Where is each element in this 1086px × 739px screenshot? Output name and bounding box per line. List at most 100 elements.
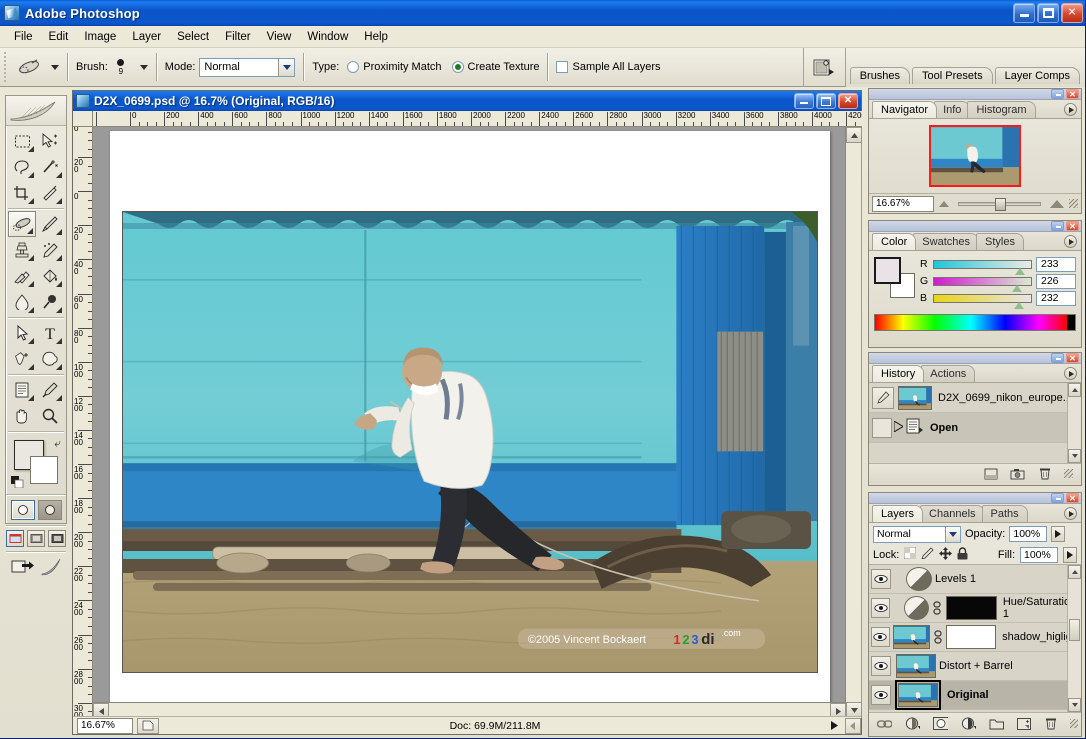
layers-minimize-button[interactable] bbox=[1051, 493, 1064, 503]
menu-help[interactable]: Help bbox=[356, 28, 396, 46]
scroll-up-button[interactable] bbox=[846, 127, 862, 143]
standard-mask-mode-button[interactable] bbox=[11, 500, 35, 520]
layers-scrollbar[interactable] bbox=[1067, 565, 1081, 712]
menu-select[interactable]: Select bbox=[169, 28, 217, 46]
menu-file[interactable]: File bbox=[6, 28, 41, 46]
layers-resize-grip[interactable] bbox=[1070, 719, 1078, 728]
slice-tool[interactable] bbox=[36, 180, 64, 206]
table-row[interactable]: Levels 1 bbox=[869, 565, 1081, 594]
menu-edit[interactable]: Edit bbox=[41, 28, 77, 46]
zoom-tool[interactable] bbox=[36, 403, 64, 429]
jump-to-icon[interactable] bbox=[11, 558, 35, 576]
dodge-tool[interactable] bbox=[36, 289, 64, 315]
zoom-in-icon[interactable] bbox=[1050, 200, 1064, 208]
tool-preset-picker-arrow[interactable] bbox=[51, 65, 59, 70]
palette-menu-icon[interactable] bbox=[1064, 367, 1077, 380]
table-row[interactable]: Hue/Saturation 1 bbox=[869, 594, 1081, 623]
history-palette-titlebar[interactable]: ✕ bbox=[869, 353, 1081, 364]
zoom-out-icon[interactable] bbox=[939, 201, 949, 207]
notes-tool[interactable] bbox=[8, 377, 36, 403]
brush-picker-arrow[interactable] bbox=[140, 65, 148, 70]
brush-tool[interactable] bbox=[36, 211, 64, 237]
color-spectrum-ramp[interactable] bbox=[874, 314, 1076, 331]
document-minimize-button[interactable] bbox=[794, 93, 814, 109]
delete-state-icon[interactable] bbox=[1037, 466, 1052, 481]
eraser-tool[interactable] bbox=[8, 263, 36, 289]
tab-color[interactable]: Color bbox=[872, 233, 916, 250]
new-layer-icon[interactable] bbox=[1017, 716, 1031, 731]
history-state-source-box[interactable] bbox=[872, 418, 892, 438]
lock-image-icon[interactable] bbox=[921, 547, 934, 562]
zoom-level-field[interactable]: 16.67% bbox=[77, 718, 133, 734]
layer-visibility-icon[interactable] bbox=[871, 569, 891, 589]
menu-layer[interactable]: Layer bbox=[124, 28, 169, 46]
background-color-swatch[interactable] bbox=[30, 456, 58, 484]
minimize-button[interactable] bbox=[1013, 3, 1035, 23]
layers-palette-titlebar[interactable]: ✕ bbox=[869, 493, 1081, 504]
slider-track-g[interactable] bbox=[933, 277, 1032, 286]
navigator-thumbnail-area[interactable] bbox=[869, 119, 1081, 193]
new-snapshot-icon[interactable] bbox=[1010, 466, 1025, 481]
color-foreground-swatch[interactable] bbox=[874, 257, 901, 284]
history-brush-source-icon[interactable] bbox=[872, 387, 894, 409]
ruler-corner[interactable] bbox=[73, 111, 93, 127]
layer-image-thumbnail[interactable] bbox=[898, 683, 938, 707]
layer-name[interactable]: Original bbox=[947, 689, 989, 701]
menu-image[interactable]: Image bbox=[76, 28, 124, 46]
slider-value-g[interactable]: 226 bbox=[1036, 274, 1076, 289]
layer-visibility-icon[interactable] bbox=[871, 685, 891, 705]
close-button[interactable]: ✕ bbox=[1061, 3, 1083, 23]
delete-layer-icon[interactable] bbox=[1044, 716, 1057, 731]
path-selection-tool[interactable] bbox=[8, 320, 36, 346]
standard-screen-mode-button[interactable] bbox=[6, 530, 24, 547]
crop-tool[interactable] bbox=[8, 180, 36, 206]
blur-tool[interactable] bbox=[8, 289, 36, 315]
history-snapshot-row[interactable]: D2X_0699_nikon_europe.... bbox=[869, 383, 1081, 413]
history-state-row[interactable]: Open bbox=[869, 413, 1081, 443]
color-minimize-button[interactable] bbox=[1051, 221, 1064, 231]
layer-blend-mode-select[interactable]: Normal bbox=[873, 526, 961, 543]
slider-thumb-r[interactable] bbox=[1015, 268, 1025, 275]
navigator-resize-grip[interactable] bbox=[1069, 199, 1078, 208]
history-close-button[interactable]: ✕ bbox=[1066, 353, 1079, 363]
layer-name[interactable]: Distort + Barrel bbox=[939, 660, 1013, 672]
full-screen-mode-button[interactable] bbox=[48, 530, 66, 547]
healing-brush-tool[interactable] bbox=[8, 211, 36, 237]
brush-preview[interactable]: 9 bbox=[108, 52, 134, 82]
history-minimize-button[interactable] bbox=[1051, 353, 1064, 363]
layer-adjustment-thumbnail[interactable] bbox=[904, 596, 929, 620]
chevron-down-icon[interactable] bbox=[945, 527, 960, 542]
document-preview-icon[interactable] bbox=[137, 718, 159, 734]
color-palette-titlebar[interactable]: ✕ bbox=[869, 221, 1081, 232]
blend-mode-select[interactable]: Normal bbox=[199, 58, 295, 77]
palette-menu-icon[interactable] bbox=[1064, 507, 1077, 520]
tab-info[interactable]: Info bbox=[934, 101, 970, 118]
menu-view[interactable]: View bbox=[259, 28, 300, 46]
chevron-down-icon[interactable] bbox=[278, 59, 294, 76]
tab-paths[interactable]: Paths bbox=[982, 505, 1028, 522]
history-state-list[interactable]: D2X_0699_nikon_europe.... Open bbox=[869, 383, 1081, 463]
palette-menu-icon[interactable] bbox=[1064, 235, 1077, 248]
palette-menu-icon[interactable] bbox=[1064, 103, 1077, 116]
history-brush-tool[interactable] bbox=[36, 237, 64, 263]
checkbox-sample-all-layers[interactable]: Sample All Layers bbox=[556, 61, 660, 73]
tab-histogram[interactable]: Histogram bbox=[967, 101, 1035, 118]
radio-create-texture[interactable]: Create Texture bbox=[452, 61, 540, 73]
add-mask-icon[interactable] bbox=[933, 716, 948, 731]
slider-value-b[interactable]: 232 bbox=[1036, 291, 1076, 306]
document-close-button[interactable]: ✕ bbox=[838, 93, 858, 109]
zoom-slider-thumb[interactable] bbox=[995, 198, 1006, 211]
table-row[interactable]: shadow_higlight bbox=[869, 623, 1081, 652]
color-close-button[interactable]: ✕ bbox=[1066, 221, 1079, 231]
tab-styles[interactable]: Styles bbox=[976, 233, 1024, 250]
status-resize-grip[interactable] bbox=[845, 718, 861, 734]
tab-layers[interactable]: Layers bbox=[872, 505, 923, 522]
navigator-minimize-button[interactable] bbox=[1051, 89, 1064, 99]
vertical-ruler[interactable]: 0200020040060080010001200140016001800200… bbox=[73, 127, 93, 718]
layer-mask-link-icon[interactable] bbox=[933, 629, 943, 645]
tab-channels[interactable]: Channels bbox=[920, 505, 984, 522]
horizontal-ruler[interactable]: 0200400600800100012001400160018002000220… bbox=[93, 111, 862, 127]
layer-mask-link-icon[interactable] bbox=[932, 600, 942, 616]
custom-shape-tool[interactable] bbox=[36, 346, 64, 372]
fill-field[interactable]: 100% bbox=[1020, 547, 1058, 563]
